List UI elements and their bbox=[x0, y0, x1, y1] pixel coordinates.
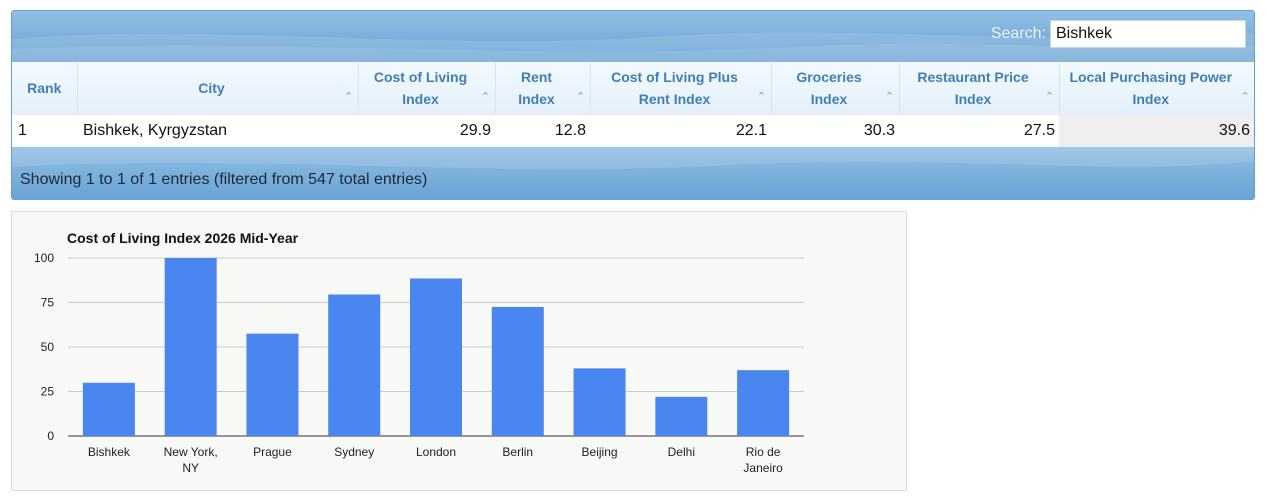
column-header-label: City bbox=[198, 80, 225, 96]
cell-rent-index: 12.8 bbox=[495, 114, 590, 147]
column-header-label: Cost of Living Plus Rent Index bbox=[611, 69, 738, 107]
chart-y-tick-label: 100 bbox=[34, 251, 54, 265]
cost-of-living-table: Rank City ‸ Cost of Living Index ‸ Rent In… bbox=[12, 62, 1254, 147]
column-header-label: Cost of Living Index bbox=[373, 69, 468, 107]
bar-chart: Cost of Living Index 2026 Mid-Year 0 25 50… bbox=[34, 230, 804, 475]
search-input[interactable] bbox=[1050, 20, 1246, 48]
cell-cost-of-living-index: 29.9 bbox=[358, 114, 495, 147]
page: Search: Rank City ‸ Cost of Living Index ‸ bbox=[0, 0, 1266, 500]
chart-bar-delhi[interactable] bbox=[655, 396, 708, 436]
cost-of-living-chart: Cost of Living Index 2026 Mid-Year 0 25 50… bbox=[11, 211, 907, 491]
cell-local-purchasing-power-index: 39.6 bbox=[1059, 114, 1254, 147]
column-header-groceries-index[interactable]: Groceries Index ‸ bbox=[771, 62, 900, 115]
sort-caret-up-icon: ‸ bbox=[576, 83, 585, 95]
chart-x-tick-label: New York, NY bbox=[164, 445, 218, 475]
chart-bar-london[interactable] bbox=[410, 278, 462, 436]
column-header-label: Groceries Index bbox=[796, 69, 862, 107]
cell-groceries-index: 30.3 bbox=[771, 114, 899, 147]
chart-x-tick-label: Beijing bbox=[582, 445, 618, 459]
chart-y-tick-label: 50 bbox=[41, 340, 55, 354]
table-row[interactable]: 1 Bishkek, Kyrgyzstan 29.9 12.8 22.1 30.… bbox=[12, 114, 1254, 147]
chart-x-tick-label: Delhi bbox=[668, 445, 695, 459]
chart-x-ticks: Bishkek New York, NY Prague Sydney London Berl… bbox=[88, 445, 783, 475]
cell-rank: 1 bbox=[12, 114, 77, 147]
chart-y-tick-label: 25 bbox=[41, 385, 55, 399]
sort-caret-up-icon: ‸ bbox=[1240, 83, 1249, 95]
chart-y-ticks: 0 25 50 75 100 bbox=[34, 251, 54, 443]
chart-bar-new-york-ny[interactable] bbox=[164, 258, 217, 436]
sort-caret-up-icon: ‸ bbox=[481, 83, 490, 95]
cell-cost-of-living-plus-rent-index: 22.1 bbox=[590, 114, 771, 147]
chart-bar-rio-de-janeiro[interactable] bbox=[737, 370, 790, 436]
chart-bar-sydney[interactable] bbox=[328, 294, 381, 436]
column-header-label: Restaurant Price Index bbox=[917, 69, 1029, 107]
chart-bar-berlin[interactable] bbox=[491, 306, 544, 436]
table-header-row: Rank City ‸ Cost of Living Index ‸ Rent In… bbox=[12, 62, 1254, 115]
data-table-wrapper: Search: Rank City ‸ Cost of Living Index ‸ bbox=[11, 10, 1255, 200]
table-footer: Showing 1 to 1 of 1 entries (filtered fr… bbox=[12, 147, 1254, 199]
sort-caret-up-icon: ‸ bbox=[885, 83, 894, 95]
sort-caret-up-icon: ‸ bbox=[1045, 83, 1054, 95]
table-info-text: Showing 1 to 1 of 1 entries (filtered fr… bbox=[20, 171, 428, 188]
column-header-city[interactable]: City ‸ bbox=[77, 62, 359, 115]
chart-y-tick-label: 75 bbox=[41, 296, 55, 310]
chart-title: Cost of Living Index 2026 Mid-Year bbox=[67, 230, 299, 246]
cell-restaurant-price-index: 27.5 bbox=[899, 114, 1059, 147]
column-header-restaurant-price-index[interactable]: Restaurant Price Index ‸ bbox=[899, 62, 1060, 115]
column-header-label: Local Purchasing Power Index bbox=[1069, 69, 1233, 107]
cell-city: Bishkek, Kyrgyzstan bbox=[77, 114, 358, 147]
chart-y-tick-label: 0 bbox=[47, 429, 54, 443]
chart-x-tick-label: Bishkek bbox=[88, 445, 131, 459]
chart-x-tick-label: Sydney bbox=[334, 445, 374, 459]
sort-caret-up-icon: ‸ bbox=[344, 83, 353, 95]
column-header-rank[interactable]: Rank bbox=[12, 62, 78, 115]
column-header-local-purchasing-power-index[interactable]: Local Purchasing Power Index ‸ bbox=[1059, 62, 1254, 115]
column-header-label: Rank bbox=[27, 80, 62, 96]
search-area: Search: bbox=[991, 20, 1246, 48]
table-toolbar: Search: bbox=[12, 11, 1254, 62]
column-header-cost-of-living-plus-rent-index[interactable]: Cost of Living Plus Rent Index ‸ bbox=[590, 62, 772, 115]
search-label: Search: bbox=[990, 25, 1046, 42]
column-header-cost-of-living-index[interactable]: Cost of Living Index ‸ bbox=[358, 62, 496, 115]
chart-x-tick-label: Rio de Janeiro bbox=[743, 445, 783, 475]
chart-bar-beijing[interactable] bbox=[573, 368, 626, 436]
chart-bar-prague[interactable] bbox=[246, 333, 299, 436]
column-header-label: Rent Index bbox=[518, 69, 555, 107]
chart-bar-bishkek[interactable] bbox=[82, 382, 135, 436]
chart-x-tick-label: Prague bbox=[253, 445, 292, 459]
sort-caret-up-icon: ‸ bbox=[757, 83, 766, 95]
chart-x-tick-label: London bbox=[416, 445, 456, 459]
chart-x-tick-label: Berlin bbox=[502, 445, 533, 459]
column-header-rent-index[interactable]: Rent Index ‸ bbox=[495, 62, 591, 115]
